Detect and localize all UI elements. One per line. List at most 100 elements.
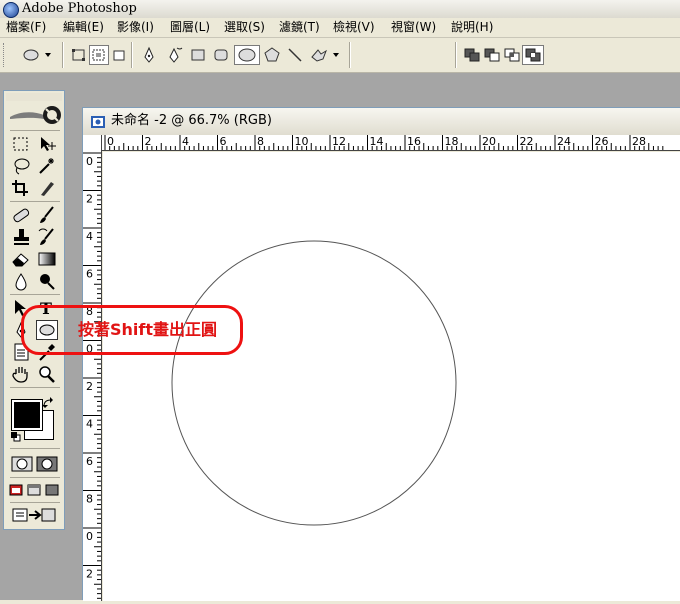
vertical-ruler: 024680246802 xyxy=(83,135,102,601)
separator xyxy=(349,42,351,68)
menu-edit[interactable]: 編輯(E) xyxy=(63,18,104,37)
lasso-tool-icon[interactable] xyxy=(10,156,32,176)
toolbox-divider xyxy=(10,294,60,295)
ellipse-shape-icon[interactable] xyxy=(234,45,260,65)
foreground-color-swatch[interactable] xyxy=(11,399,43,431)
ruler-label: 24 xyxy=(557,135,571,148)
toolbox-grip xyxy=(6,93,62,101)
crop-tool-icon[interactable] xyxy=(10,178,32,198)
ruler-label: 16 xyxy=(407,135,421,148)
standard-screen-mode-icon[interactable] xyxy=(8,480,24,500)
ruler-label: 4 xyxy=(86,230,93,243)
menu-view[interactable]: 檢視(V) xyxy=(333,18,375,37)
menu-window[interactable]: 視窗(W) xyxy=(391,18,436,37)
intersect-shape-icon[interactable] xyxy=(503,45,521,65)
document-title: 未命名 -2 @ 66.7% (RGB) xyxy=(111,113,272,128)
ruler-label: 6 xyxy=(86,455,93,468)
zoom-tool-icon[interactable] xyxy=(36,364,58,384)
shape-layers-icon[interactable] xyxy=(70,45,88,65)
subtract-from-shape-icon[interactable] xyxy=(483,45,501,65)
slice-tool-icon[interactable] xyxy=(36,178,58,198)
document-canvas[interactable] xyxy=(103,152,680,601)
menu-filter[interactable]: 濾鏡(T) xyxy=(279,18,320,37)
toolbox-divider xyxy=(10,130,60,131)
separator xyxy=(62,42,64,68)
ruler-label: 6 xyxy=(220,135,227,148)
ruler-label: 18 xyxy=(445,135,459,148)
quick-mask-icon[interactable] xyxy=(35,454,59,474)
menu-help[interactable]: 說明(H) xyxy=(451,18,493,37)
ruler-label: 2 xyxy=(86,380,93,393)
ruler-label: 2 xyxy=(86,193,93,206)
ruler-label: 10 xyxy=(295,135,309,148)
exclude-overlap-icon[interactable] xyxy=(522,45,544,65)
ruler-label: 28 xyxy=(632,135,646,148)
blur-tool-icon[interactable] xyxy=(10,271,32,291)
options-grip xyxy=(3,43,7,67)
default-colors-icon[interactable] xyxy=(11,431,21,442)
brush-tool-icon[interactable] xyxy=(36,205,58,225)
annotation-text: 按著Shift畫出正圓 xyxy=(78,320,218,339)
horizontal-ruler: 0 2 4 6 8 10 12 14 16 18 20 22 24 26 28 xyxy=(101,135,680,151)
healing-brush-icon[interactable] xyxy=(10,205,32,225)
eraser-tool-icon[interactable] xyxy=(10,249,32,269)
separator xyxy=(455,42,457,68)
ruler-label: 2 xyxy=(86,568,93,581)
custom-shape-icon[interactable] xyxy=(308,45,342,65)
ruler-label: 0 xyxy=(86,530,93,543)
options-bar xyxy=(0,38,680,73)
swap-colors-icon[interactable] xyxy=(42,397,54,409)
separator xyxy=(131,42,133,68)
menu-layer[interactable]: 圖層(L) xyxy=(170,18,210,37)
ruler-label: 6 xyxy=(86,268,93,281)
gradient-tool-icon[interactable] xyxy=(36,249,58,269)
ruler-label: 0 xyxy=(107,135,114,148)
app-title: Adobe Photoshop xyxy=(22,1,137,16)
rectangle-shape-icon[interactable] xyxy=(188,45,208,65)
history-brush-icon[interactable] xyxy=(36,227,58,247)
menu-image[interactable]: 影像(I) xyxy=(117,18,154,37)
dodge-tool-icon[interactable] xyxy=(36,271,58,291)
fill-pixels-icon[interactable] xyxy=(111,45,127,65)
ruler-label: 12 xyxy=(332,135,346,148)
pen-tool-icon[interactable] xyxy=(139,45,159,65)
ruler-label: 4 xyxy=(86,418,93,431)
toolbox-divider xyxy=(10,502,60,503)
paths-mode-icon[interactable] xyxy=(89,45,109,65)
jump-to-imageready-icon[interactable] xyxy=(10,505,58,525)
toolbox-divider xyxy=(10,448,60,449)
toolbox-divider xyxy=(10,387,60,388)
menu-bar: 檔案(F) 編輯(E) 影像(I) 圖層(L) 選取(S) 濾鏡(T) 檢視(V… xyxy=(0,18,680,38)
ruler-label: 14 xyxy=(370,135,384,148)
line-shape-icon[interactable] xyxy=(285,45,305,65)
full-screen-menu-icon[interactable] xyxy=(26,480,42,500)
clone-stamp-icon[interactable] xyxy=(10,227,32,247)
menu-file[interactable]: 檔案(F) xyxy=(6,18,46,37)
app-titlebar: Adobe Photoshop xyxy=(0,0,680,18)
magic-wand-icon[interactable] xyxy=(36,156,58,176)
document-titlebar[interactable]: 未命名 -2 @ 66.7% (RGB) xyxy=(83,108,680,135)
photoshop-feather-icon[interactable] xyxy=(8,103,62,127)
document-icon xyxy=(91,116,105,128)
marquee-tool-icon[interactable] xyxy=(10,134,32,154)
hand-tool-icon[interactable] xyxy=(10,364,32,384)
ruler-label: 4 xyxy=(182,135,189,148)
ruler-label: 8 xyxy=(86,493,93,506)
add-to-shape-icon[interactable] xyxy=(463,45,481,65)
ruler-label: 26 xyxy=(595,135,609,148)
rounded-rectangle-icon[interactable] xyxy=(211,45,231,65)
tool-preset-picker[interactable] xyxy=(18,45,54,65)
ruler-label: 22 xyxy=(520,135,534,148)
menu-select[interactable]: 選取(S) xyxy=(224,18,265,37)
ruler-label: 8 xyxy=(257,135,264,148)
freeform-pen-icon[interactable] xyxy=(164,45,184,65)
photoshop-logo-icon xyxy=(3,2,19,18)
ruler-label: 2 xyxy=(145,135,152,148)
move-tool-icon[interactable] xyxy=(36,134,58,154)
toolbox-divider xyxy=(10,477,60,478)
polygon-shape-icon[interactable] xyxy=(262,45,282,65)
toolbox-divider xyxy=(10,201,60,202)
full-screen-mode-icon[interactable] xyxy=(44,480,60,500)
circle-shape[interactable] xyxy=(171,240,457,526)
standard-mode-icon[interactable] xyxy=(10,454,34,474)
